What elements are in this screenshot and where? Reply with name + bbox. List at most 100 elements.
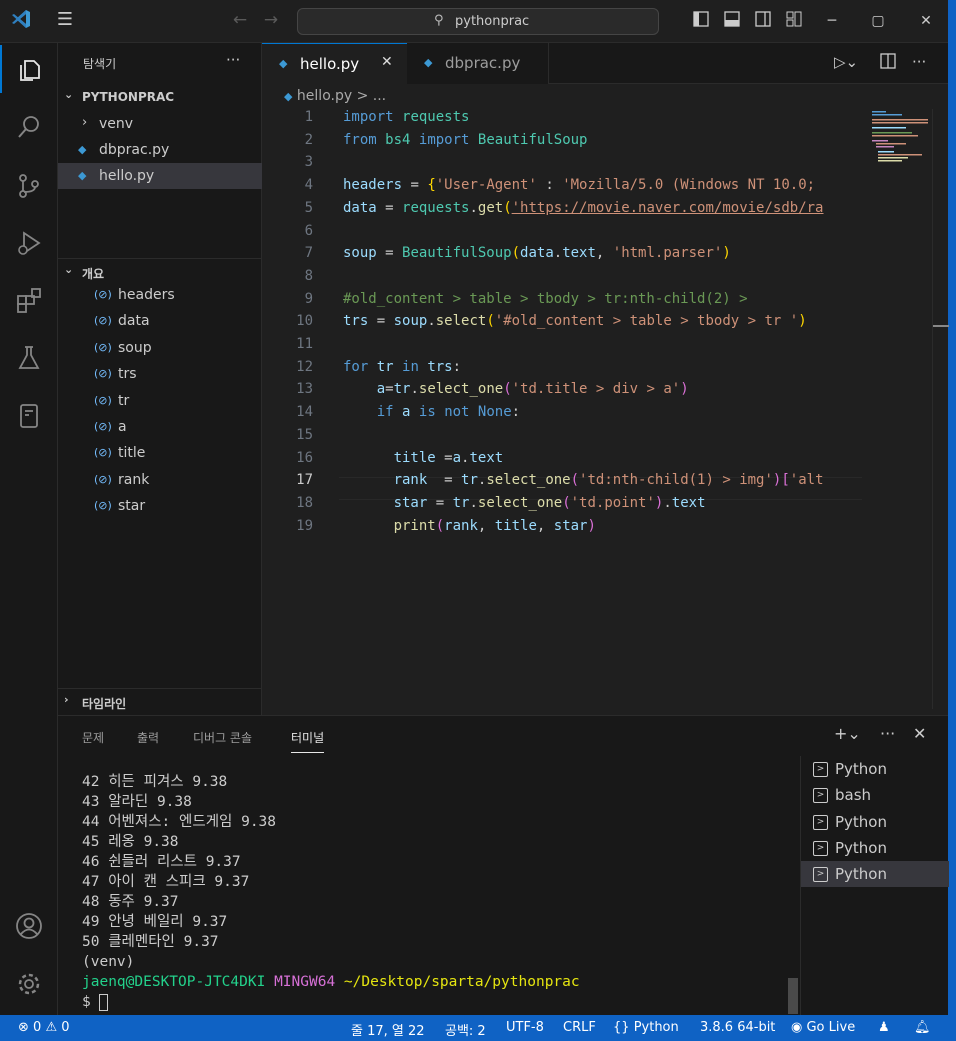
code-line[interactable]: 19 print(rank, title, star) <box>262 518 862 541</box>
toggle-secondary-sidebar-icon[interactable] <box>753 11 773 31</box>
outline-item-data[interactable]: (⊘) data <box>58 308 262 334</box>
notifications-bell-icon[interactable]: 🔔︎ <box>914 1020 931 1035</box>
tree-item-venv[interactable]: › venv <box>58 111 262 137</box>
remote-explorer-icon[interactable] <box>0 392 58 440</box>
vscode-logo-icon[interactable] <box>10 8 32 30</box>
code-text: trs = soup.select('#old_content > table … <box>343 313 807 330</box>
search-sidebar-icon[interactable] <box>0 103 58 151</box>
python-interpreter[interactable]: 3.8.6 64-bit <box>700 1020 775 1035</box>
toggle-primary-sidebar-icon[interactable] <box>691 11 711 31</box>
code-line[interactable]: 6 <box>262 223 862 246</box>
terminal-scrollbar[interactable] <box>788 978 798 1014</box>
terminal-instance-1[interactable]: > bash <box>801 782 949 808</box>
maximize-icon[interactable]: ▢ <box>866 9 890 33</box>
outline-item-trs[interactable]: (⊘) trs <box>58 361 262 387</box>
new-terminal-plus-icon[interactable]: +⌄ <box>834 724 861 743</box>
editor-more-icon[interactable]: ··· <box>912 53 926 71</box>
run-debug-icon[interactable] <box>0 219 58 267</box>
toggle-panel-icon[interactable] <box>722 11 742 31</box>
outline-item-tr[interactable]: (⊘) tr <box>58 388 262 414</box>
settings-gear-icon[interactable] <box>0 960 58 1008</box>
tab-hello-py[interactable]: ◆ hello.py ✕ <box>262 43 407 84</box>
code-line[interactable]: 16 title =a.text <box>262 450 862 473</box>
source-control-icon[interactable] <box>0 162 58 210</box>
timeline-section-header[interactable]: › 타임라인 <box>58 688 262 711</box>
hamburger-menu-icon[interactable]: ☰ <box>54 10 76 30</box>
accounts-feedback-icon[interactable]: ♟ <box>878 1020 890 1035</box>
code-line[interactable]: 12 for tr in trs: <box>262 359 862 382</box>
problems-status[interactable]: ⊗ 0 ⚠ 0 <box>18 1020 70 1035</box>
code-area[interactable]: 1 import requests 2 from bs4 import Beautif… <box>262 109 862 569</box>
variable-icon: (⊘) <box>94 472 112 486</box>
code-line[interactable]: 14 if a is not None: <box>262 404 862 427</box>
tree-item-dbprac[interactable]: ◆ dbprac.py <box>58 137 262 163</box>
encoding[interactable]: UTF-8 <box>506 1020 544 1035</box>
extensions-icon[interactable] <box>0 277 58 325</box>
tab-problems[interactable]: 문제 <box>82 729 104 746</box>
terminal-instance-0[interactable]: > Python <box>801 756 949 782</box>
project-section-header[interactable]: ⌄ PYTHONPRAC <box>58 86 262 108</box>
outline-item-headers[interactable]: (⊘) headers <box>58 282 262 308</box>
tree-item-hello[interactable]: ◆ hello.py <box>58 163 262 189</box>
run-python-icon[interactable]: ▷⌄ <box>834 53 858 71</box>
code-line[interactable]: 11 <box>262 336 862 359</box>
breadcrumb-text[interactable]: hello.py > ... <box>297 88 386 104</box>
error-icon: ⊗ <box>18 1020 29 1035</box>
sidebar-more-icon[interactable]: ··· <box>226 51 240 69</box>
explorer-icon[interactable] <box>0 45 58 93</box>
panel-more-icon[interactable]: ··· <box>880 724 895 743</box>
customize-layout-icon[interactable] <box>784 11 804 31</box>
code-line[interactable]: 18 star = tr.select_one('td.point').text <box>262 495 862 518</box>
account-icon[interactable] <box>0 902 58 950</box>
variable-icon: (⊘) <box>94 288 112 301</box>
tab-output[interactable]: 출력 <box>137 729 159 746</box>
code-line[interactable]: 8 <box>262 268 862 291</box>
arrow-right-icon[interactable]: → <box>261 10 281 30</box>
minimize-icon[interactable]: ─ <box>820 9 844 33</box>
close-tab-icon[interactable]: ✕ <box>381 54 393 70</box>
code-line[interactable]: 5 data = requests.get('https://movie.nave… <box>262 200 862 223</box>
code-line[interactable]: 10 trs = soup.select('#old_content > tabl… <box>262 313 862 336</box>
terminal-input-line[interactable]: $ <box>82 992 782 1012</box>
code-line[interactable]: 1 import requests <box>262 109 862 132</box>
line-number: 16 <box>296 449 313 466</box>
terminal-instance-3[interactable]: > Python <box>801 835 949 861</box>
indentation[interactable]: 공백: 2 <box>445 1020 486 1039</box>
testing-flask-icon[interactable] <box>0 334 58 382</box>
minimap[interactable] <box>864 109 932 709</box>
close-window-icon[interactable]: ✕ <box>914 9 938 33</box>
code-line[interactable]: 2 from bs4 import BeautifulSoup <box>262 132 862 155</box>
split-editor-icon[interactable] <box>880 53 896 73</box>
go-live[interactable]: ◉ Go Live <box>791 1020 855 1035</box>
terminal-instance-4[interactable]: > Python <box>801 861 949 888</box>
outline-item-rank[interactable]: (⊘) rank <box>58 467 262 493</box>
outline-item-star[interactable]: (⊘) star <box>58 493 262 519</box>
terminal-instance-2[interactable]: > Python <box>801 809 949 835</box>
outline-section-header[interactable]: ⌄ 개요 <box>58 258 262 281</box>
editor-scrollbar[interactable] <box>932 109 949 709</box>
cursor-position[interactable]: 줄 17, 열 22 <box>351 1020 425 1039</box>
code-line[interactable]: 17 rank = tr.select_one('td:nth-child(1)… <box>262 472 862 495</box>
outline-item-title[interactable]: (⊘) title <box>58 440 262 466</box>
arrow-left-icon[interactable]: ← <box>230 10 250 30</box>
outline-item-a[interactable]: (⊘) a <box>58 414 262 440</box>
code-line[interactable]: 13 a=tr.select_one('td.title > div > a') <box>262 381 862 404</box>
code-line[interactable]: 9 #old_content > table > tbody > tr:nth-c… <box>262 291 862 314</box>
code-text: headers = {'User-Agent' : 'Mozilla/5.0 (… <box>343 177 816 194</box>
tab-dbprac-py[interactable]: ◆ dbprac.py <box>407 43 549 84</box>
code-line[interactable]: 15 <box>262 427 862 450</box>
terminal-output[interactable]: 42 히든 피겨스 9.38 43 알라딘 9.38 44 어벤져스: 엔드게임 9… <box>82 772 782 1012</box>
end-of-line[interactable]: CRLF <box>563 1020 596 1035</box>
code-text: from bs4 import BeautifulSoup <box>343 131 588 148</box>
terminal-line: (venv) <box>82 954 135 970</box>
command-center-search[interactable]: ⚲ pythonprac <box>297 8 659 35</box>
close-panel-icon[interactable]: ✕ <box>913 724 926 743</box>
code-line[interactable]: 7 soup = BeautifulSoup(data.text, 'html.p… <box>262 245 862 268</box>
language-mode[interactable]: {} Python <box>613 1020 679 1035</box>
outline-item-soup[interactable]: (⊘) soup <box>58 335 262 361</box>
tab-debug-console[interactable]: 디버그 콘솔 <box>193 729 252 746</box>
tab-terminal[interactable]: 터미널 <box>291 729 325 753</box>
code-line[interactable]: 3 <box>262 154 862 177</box>
code-line[interactable]: 4 headers = {'User-Agent' : 'Mozilla/5.0 … <box>262 177 862 200</box>
search-icon: ⚲ <box>434 13 444 28</box>
